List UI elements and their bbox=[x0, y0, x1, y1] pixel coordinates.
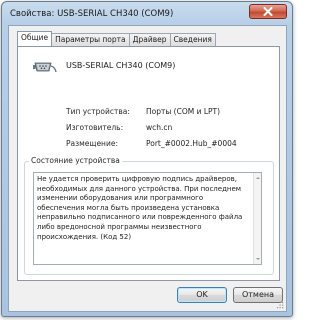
location-value: Port_#0002.Hub_#0004 bbox=[146, 139, 237, 148]
manufacturer-label: Изготовитель: bbox=[66, 123, 124, 132]
device-status-group: Состояние устройства Не удается проверит… bbox=[24, 156, 274, 275]
device-status-textbox[interactable]: Не удается проверить цифровую подпись др… bbox=[33, 172, 262, 265]
location-label: Размещение: bbox=[66, 139, 118, 148]
device-name: USB-SERIAL CH340 (COM9) bbox=[66, 61, 176, 70]
device-type-label: Тип устройства: bbox=[66, 107, 130, 116]
window-title: Свойства: USB-SERIAL CH340 (COM9) bbox=[10, 9, 174, 19]
tab-strip: Общие Параметры порта Драйвер Сведения bbox=[17, 31, 216, 46]
serial-port-connector-icon bbox=[33, 62, 57, 73]
general-tab-panel: USB-SERIAL CH340 (COM9) Тип устройства: … bbox=[17, 46, 280, 281]
scroll-down-arrow-icon[interactable] bbox=[255, 256, 261, 262]
status-scrollbar[interactable] bbox=[253, 173, 261, 264]
scroll-up-arrow-icon[interactable] bbox=[255, 175, 261, 181]
title-bar[interactable]: Свойства: USB-SERIAL CH340 (COM9) bbox=[2, 2, 292, 24]
tab-driver[interactable]: Драйвер bbox=[128, 33, 171, 46]
close-icon bbox=[263, 7, 273, 16]
device-type-value: Порты (COM и LPT) bbox=[146, 107, 221, 116]
close-button[interactable] bbox=[249, 4, 287, 19]
device-status-text: Не удается проверить цифровую подпись др… bbox=[37, 175, 243, 241]
tab-general[interactable]: Общие bbox=[17, 31, 53, 46]
tab-port-settings[interactable]: Параметры порта bbox=[51, 33, 130, 46]
resize-grip-icon[interactable] bbox=[276, 301, 284, 309]
tab-details[interactable]: Сведения bbox=[169, 33, 216, 46]
manufacturer-value: wch.cn bbox=[146, 123, 173, 132]
dialog-body: Общие Параметры порта Драйвер Сведения U… bbox=[8, 25, 287, 312]
properties-dialog: Свойства: USB-SERIAL CH340 (COM9) Общие … bbox=[1, 1, 293, 317]
ok-button[interactable]: OK bbox=[177, 287, 227, 303]
device-status-legend: Состояние устройства bbox=[29, 156, 122, 165]
